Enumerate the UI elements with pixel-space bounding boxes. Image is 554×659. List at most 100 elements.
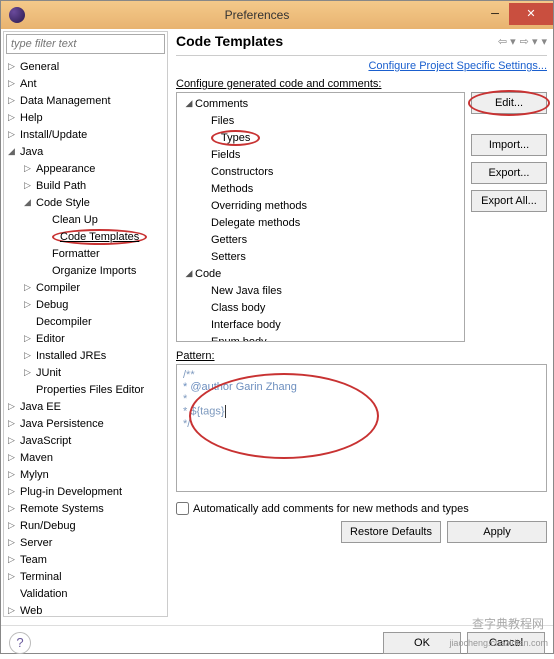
nav-item[interactable]: ▷Terminal xyxy=(4,568,167,585)
expand-icon: ▷ xyxy=(24,163,36,174)
template-item[interactable]: Enum body xyxy=(177,333,464,342)
back-icon[interactable]: ⇦ ▾ xyxy=(498,35,516,48)
template-item[interactable]: ◢Comments xyxy=(177,95,464,112)
close-button[interactable]: ✕ xyxy=(509,3,553,25)
expand-icon: ▷ xyxy=(24,299,36,310)
expand-icon: ▷ xyxy=(8,435,20,446)
expand-icon: ▷ xyxy=(24,367,36,378)
nav-item[interactable]: ▷Java Persistence xyxy=(4,415,167,432)
nav-label: Remote Systems xyxy=(20,503,104,515)
nav-item[interactable]: ◢Code Style xyxy=(4,194,167,211)
nav-item[interactable]: ▷Install/Update xyxy=(4,126,167,143)
export-all-button[interactable]: Export All... xyxy=(471,190,547,212)
edit-button[interactable]: Edit... xyxy=(471,92,547,114)
template-item[interactable]: ◢Code xyxy=(177,265,464,282)
template-item[interactable]: New Java files xyxy=(177,282,464,299)
templates-tree[interactable]: ◢Comments Files TypesFields Constructors Met… xyxy=(176,92,465,342)
nav-item[interactable]: ▷General xyxy=(4,58,167,75)
cancel-button[interactable]: Cancel xyxy=(467,632,545,654)
nav-label: Web xyxy=(20,605,42,617)
nav-item[interactable]: ▷Mylyn xyxy=(4,466,167,483)
filter-input[interactable] xyxy=(6,34,165,54)
forward-icon[interactable]: ⇨ ▾ xyxy=(520,35,538,48)
template-label: Comments xyxy=(195,98,248,110)
pattern-textarea[interactable]: /** * @author Garin Zhang * * ${tags} */ xyxy=(176,364,547,492)
expand-icon: ▷ xyxy=(8,554,20,565)
template-label: Enum body xyxy=(211,336,267,343)
template-label: New Java files xyxy=(211,285,282,297)
template-item[interactable]: Files xyxy=(177,112,464,129)
restore-defaults-button[interactable]: Restore Defaults xyxy=(341,521,441,543)
template-item[interactable]: Fields xyxy=(177,146,464,163)
nav-label: Install/Update xyxy=(20,129,87,141)
app-logo-icon xyxy=(9,7,25,23)
configure-project-link[interactable]: Configure Project Specific Settings... xyxy=(176,60,547,72)
expand-icon: ▷ xyxy=(8,605,20,616)
expand-icon: ▷ xyxy=(24,180,36,191)
help-icon[interactable]: ? xyxy=(9,632,31,654)
nav-item[interactable]: ▷Editor xyxy=(4,330,167,347)
template-item[interactable]: Methods xyxy=(177,180,464,197)
expand-icon: ▷ xyxy=(8,469,20,480)
template-item[interactable]: Delegate methods xyxy=(177,214,464,231)
template-label: Overriding methods xyxy=(211,200,307,212)
template-label: Files xyxy=(211,115,234,127)
nav-item[interactable]: ▷JavaScript xyxy=(4,432,167,449)
template-item[interactable]: Class body xyxy=(177,299,464,316)
page-title: Code Templates xyxy=(176,33,498,49)
nav-item[interactable]: ▷Plug-in Development xyxy=(4,483,167,500)
nav-item[interactable]: ▷Java EE xyxy=(4,398,167,415)
nav-label: Data Management xyxy=(20,95,111,107)
import-button[interactable]: Import... xyxy=(471,134,547,156)
ok-button[interactable]: OK xyxy=(383,632,461,654)
expand-icon: ◢ xyxy=(8,146,20,157)
template-label: Constructors xyxy=(211,166,273,178)
nav-label: Help xyxy=(20,112,43,124)
nav-label: Properties Files Editor xyxy=(36,384,144,396)
nav-item[interactable]: ▷Debug xyxy=(4,296,167,313)
nav-item[interactable]: ▷Web xyxy=(4,602,167,616)
template-label: Types xyxy=(211,130,260,146)
nav-item[interactable]: ◢Java xyxy=(4,143,167,160)
nav-item[interactable]: Formatter xyxy=(4,245,167,262)
template-item[interactable]: Getters xyxy=(177,231,464,248)
expand-icon: ◢ xyxy=(183,98,195,109)
nav-item[interactable]: ▷Remote Systems xyxy=(4,500,167,517)
nav-item[interactable]: ▷Maven xyxy=(4,449,167,466)
nav-item[interactable]: Validation xyxy=(4,585,167,602)
nav-item[interactable]: ▷Appearance xyxy=(4,160,167,177)
template-item[interactable]: Interface body xyxy=(177,316,464,333)
template-item[interactable]: Types xyxy=(177,129,464,146)
nav-item[interactable]: Decompiler xyxy=(4,313,167,330)
export-button[interactable]: Export... xyxy=(471,162,547,184)
preferences-tree[interactable]: ▷General▷Ant▷Data Management▷Help▷Instal… xyxy=(4,56,167,616)
nav-item[interactable]: ▷Run/Debug xyxy=(4,517,167,534)
apply-button[interactable]: Apply xyxy=(447,521,547,543)
menu-icon[interactable]: ▾ xyxy=(541,35,547,48)
nav-item[interactable]: Code Templates xyxy=(4,228,167,245)
expand-icon: ▷ xyxy=(8,61,20,72)
nav-item[interactable]: ▷Team xyxy=(4,551,167,568)
expand-icon: ▷ xyxy=(8,571,20,582)
template-item[interactable]: Constructors xyxy=(177,163,464,180)
expand-icon: ▷ xyxy=(8,129,20,140)
nav-item[interactable]: Organize Imports xyxy=(4,262,167,279)
nav-item[interactable]: ▷Build Path xyxy=(4,177,167,194)
expand-icon: ▷ xyxy=(8,418,20,429)
nav-item[interactable]: ▷Server xyxy=(4,534,167,551)
nav-item[interactable]: ▷Compiler xyxy=(4,279,167,296)
nav-item[interactable]: ▷Ant xyxy=(4,75,167,92)
nav-item[interactable]: ▷Data Management xyxy=(4,92,167,109)
auto-comments-checkbox[interactable] xyxy=(176,502,189,515)
nav-item[interactable]: Clean Up xyxy=(4,211,167,228)
nav-item[interactable]: ▷Help xyxy=(4,109,167,126)
nav-label: Mylyn xyxy=(20,469,49,481)
template-item[interactable]: Setters xyxy=(177,248,464,265)
template-item[interactable]: Overriding methods xyxy=(177,197,464,214)
nav-item[interactable]: ▷Installed JREs xyxy=(4,347,167,364)
nav-item[interactable]: ▷JUnit xyxy=(4,364,167,381)
minimize-button[interactable]: ─ xyxy=(481,3,509,25)
expand-icon: ▷ xyxy=(8,78,20,89)
nav-item[interactable]: Properties Files Editor xyxy=(4,381,167,398)
nav-label: Java xyxy=(20,146,43,158)
